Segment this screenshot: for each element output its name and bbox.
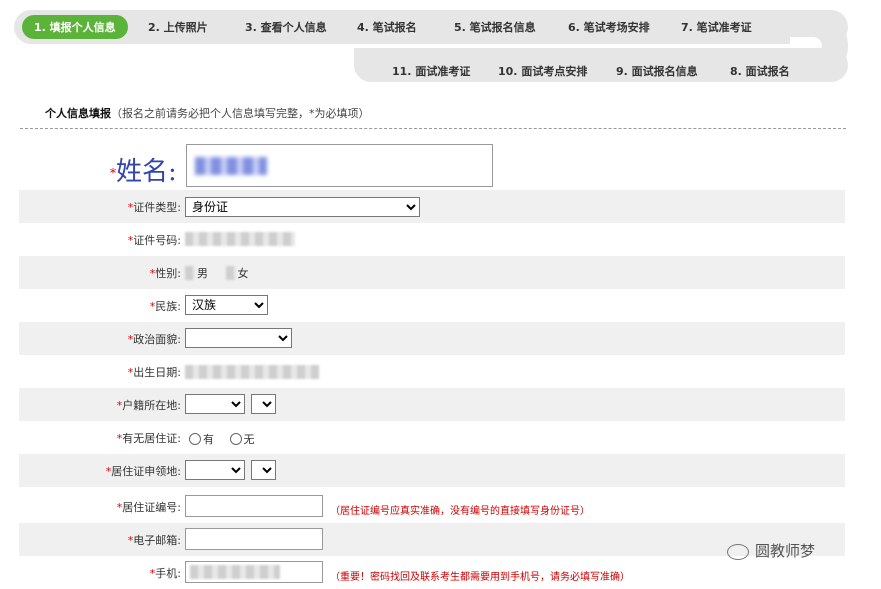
gender-male-label: 男 [197, 267, 208, 280]
permit-place-label: *居住证申领地: [106, 463, 181, 479]
household-label: *户籍所在地: [117, 397, 181, 413]
gender-female-label: 女 [238, 267, 249, 280]
gender-female-radio[interactable] [226, 266, 236, 280]
step-7[interactable]: 7. 笔试准考证 [681, 19, 752, 35]
mobile-input[interactable] [185, 561, 323, 583]
residence-permit-label: *有无居住证: [117, 430, 181, 446]
step-9[interactable]: 9. 面试报名信息 [616, 63, 698, 79]
birth-label: *出生日期: [128, 364, 181, 380]
residence-no-radio[interactable] [230, 433, 242, 445]
name-input[interactable] [186, 144, 493, 187]
gender-label: *性别: [150, 265, 181, 281]
step-1[interactable]: 1. 填报个人信息 [22, 15, 128, 39]
section-title: 个人信息填报（报名之前请务必把个人信息填写完整，*为必填项） [45, 105, 370, 121]
row-id-number: *证件号码: [19, 223, 845, 256]
residence-no-label: 无 [244, 433, 255, 446]
step-5[interactable]: 5. 笔试报名信息 [454, 19, 536, 35]
name-label-text: 姓名: [116, 157, 177, 187]
birth-redacted [185, 365, 319, 379]
row-birth: *出生日期: [19, 355, 845, 388]
step-8[interactable]: 8. 面试报名 [730, 63, 790, 79]
step-11[interactable]: 11. 面试准考证 [392, 63, 470, 79]
section-title-text: 个人信息填报 [45, 107, 111, 120]
watermark-text: 圆教师梦 [755, 542, 815, 560]
row-household: *户籍所在地: [19, 388, 845, 421]
wechat-icon [727, 544, 749, 560]
mobile-redacted [190, 565, 280, 579]
row-political: *政治面貌: [19, 322, 845, 355]
household-province-select[interactable] [185, 394, 245, 414]
id-number-label: *证件号码: [128, 232, 181, 248]
step-6[interactable]: 6. 笔试考场安排 [568, 19, 650, 35]
section-hint: （报名之前请务必把个人信息填写完整，*为必填项） [111, 107, 370, 120]
name-label: *姓名: [110, 151, 177, 188]
email-input[interactable] [185, 528, 323, 550]
ethnicity-label: *民族: [150, 298, 181, 314]
id-type-label: *证件类型: [128, 199, 181, 215]
residence-yes-label: 有 [203, 433, 214, 446]
row-permit-number: *居住证编号: （居住证编号应真实准确，没有编号的直接填写身份证号） [19, 490, 845, 523]
gender-male-radio[interactable] [185, 266, 195, 280]
row-residence-permit: *有无居住证: 有 无 [19, 421, 845, 454]
residence-yes-radio[interactable] [189, 433, 201, 445]
permit-number-note: （居住证编号应真实准确，没有编号的直接填写身份证号） [330, 502, 590, 517]
mobile-label: *手机: [150, 565, 181, 581]
section-divider [20, 128, 846, 129]
permit-number-label: *居住证编号: [117, 499, 181, 515]
name-redacted [195, 157, 267, 175]
household-city-select[interactable] [251, 394, 276, 414]
row-mobile: *手机: （重要！密码找回及联系考生都需要用到手机号，请务必填写准确） [19, 556, 845, 589]
id-type-select[interactable]: 身份证 [185, 197, 420, 217]
row-id-type: *证件类型: 身份证 [19, 190, 845, 223]
id-number-redacted [185, 232, 295, 246]
political-select[interactable] [185, 328, 292, 348]
row-permit-place: *居住证申领地: [19, 454, 845, 487]
step-10[interactable]: 10. 面试考点安排 [498, 63, 587, 79]
permit-number-input[interactable] [185, 495, 323, 517]
mobile-note: （重要！密码找回及联系考生都需要用到手机号，请务必填写准确） [330, 568, 630, 583]
ethnicity-select[interactable]: 汉族 [185, 295, 268, 315]
step-4[interactable]: 4. 笔试报名 [357, 19, 417, 35]
step-2[interactable]: 2. 上传照片 [148, 19, 208, 35]
permit-province-select[interactable] [185, 460, 245, 480]
watermark: 圆教师梦 [727, 540, 815, 561]
row-email: *电子邮箱: [19, 523, 845, 556]
email-label: *电子邮箱: [128, 532, 181, 548]
row-gender: *性别: 男 女 [19, 256, 845, 289]
row-ethnicity: *民族: 汉族 [19, 289, 845, 322]
permit-city-select[interactable] [251, 460, 276, 480]
step-3[interactable]: 3. 查看个人信息 [245, 19, 327, 35]
political-label: *政治面貌: [128, 331, 181, 347]
